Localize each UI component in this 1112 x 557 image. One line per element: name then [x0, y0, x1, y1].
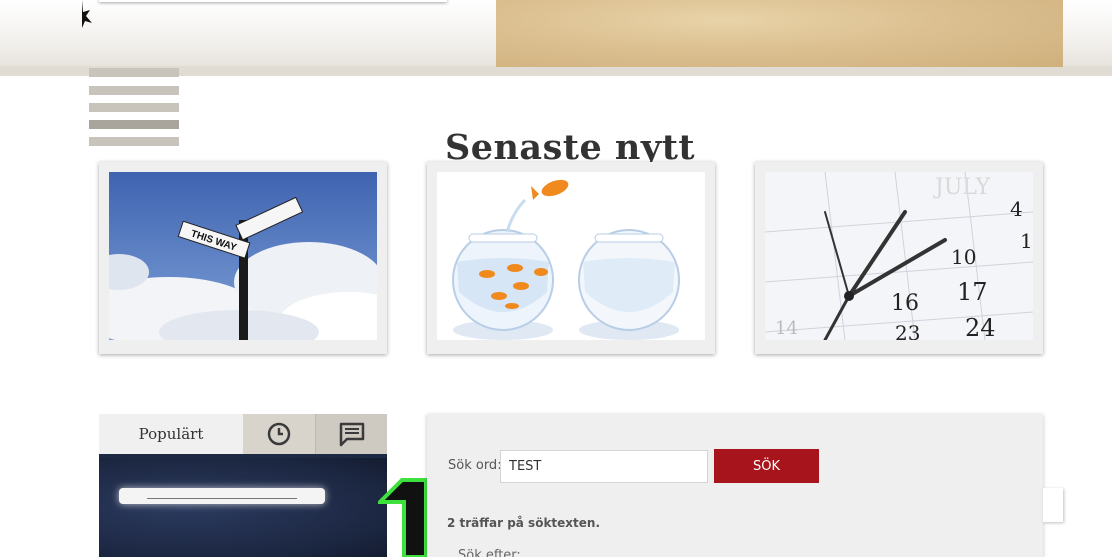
calendar-date: 1 — [1020, 229, 1033, 253]
search-for-label: Sök efter: — [458, 548, 521, 557]
side-tab[interactable] — [1043, 488, 1063, 522]
search-panel: Sök ord: SÖK 2 träffar på söktexten. Sök… — [427, 414, 1043, 557]
search-input[interactable] — [500, 450, 708, 483]
hero-image — [496, 0, 1063, 67]
calendar-date: 10 — [951, 245, 976, 269]
news-card[interactable]: THIS WAY — [99, 162, 387, 354]
header-card — [99, 0, 447, 2]
calendar-date: 24 — [965, 314, 996, 340]
calendar-date: 23 — [895, 321, 920, 340]
news-card[interactable]: JULY 4 1 10 17 16 24 23 14 — [755, 162, 1043, 354]
calendar-date: 17 — [957, 278, 988, 306]
calendar-date: 16 — [891, 291, 919, 316]
tab-recent[interactable] — [243, 414, 315, 454]
search-label: Sök ord: — [448, 458, 502, 473]
tabs-widget: Populärt — [99, 414, 387, 557]
calendar-month: JULY — [933, 175, 991, 200]
news-image-goldfish — [437, 172, 705, 340]
search-button[interactable]: SÖK — [714, 449, 819, 483]
number-one-graphic — [378, 478, 428, 557]
tab-comments[interactable] — [315, 414, 387, 454]
tab-bar: Populärt — [99, 414, 387, 458]
news-image-signpost: THIS WAY — [109, 172, 377, 340]
comment-icon — [339, 422, 365, 447]
tab-popular[interactable]: Populärt — [99, 414, 243, 454]
news-image-clock-calendar: JULY 4 1 10 17 16 24 23 14 — [765, 172, 1033, 340]
tab-panel — [99, 458, 387, 557]
calendar-date: 14 — [775, 318, 798, 339]
news-card[interactable] — [427, 162, 715, 354]
clock-icon — [267, 422, 291, 446]
cursor-figure-icon[interactable] — [76, 0, 94, 30]
popular-item[interactable] — [119, 488, 325, 504]
calendar-date: 4 — [1010, 197, 1023, 221]
results-count: 2 träffar på söktexten. — [447, 516, 601, 530]
